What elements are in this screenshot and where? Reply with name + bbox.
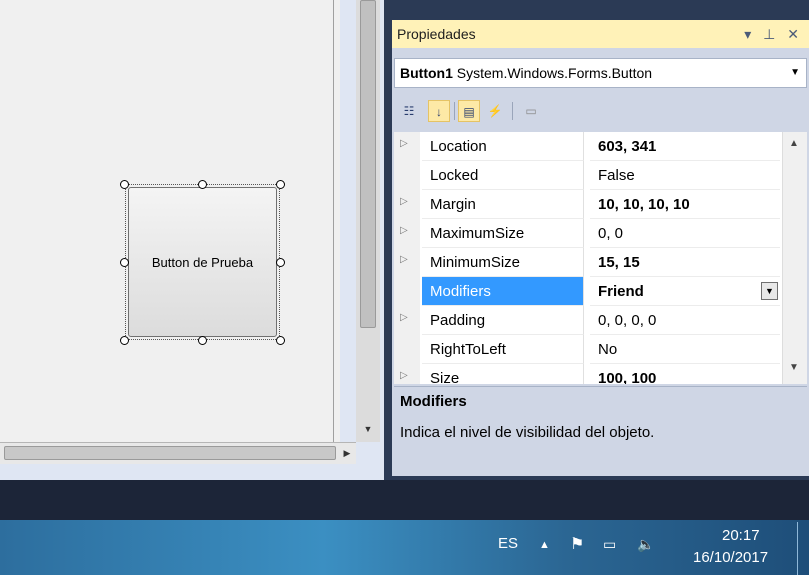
property-value[interactable]: 15, 15 — [590, 248, 780, 277]
property-name: Modifiers — [422, 277, 584, 306]
resize-handle-top-right[interactable] — [276, 180, 285, 189]
property-row[interactable]: ▷ Padding 0, 0, 0, 0 — [394, 306, 780, 335]
resize-handle-left[interactable] — [120, 258, 129, 267]
property-name: Locked — [422, 161, 584, 190]
events-lightning-icon[interactable]: ⚡ — [484, 100, 506, 122]
property-row[interactable]: ▷ Margin 10, 10, 10, 10 — [394, 190, 780, 219]
property-value[interactable]: Friend — [590, 277, 780, 306]
property-row[interactable]: ▷ Size 100, 100 — [394, 364, 780, 384]
property-row-selected[interactable]: Modifiers Friend — [394, 277, 780, 306]
property-value[interactable]: 10, 10, 10, 10 — [590, 190, 780, 219]
description-title: Modifiers — [400, 393, 467, 410]
designer-vertical-scroll-thumb[interactable] — [360, 0, 376, 328]
expand-arrow-icon[interactable]: ▷ — [400, 138, 408, 149]
window-background — [0, 480, 809, 520]
property-value[interactable]: 603, 341 — [590, 132, 780, 161]
resize-handle-right[interactable] — [276, 258, 285, 267]
property-name: MaximumSize — [422, 219, 584, 248]
volume-icon[interactable]: 🔈 — [637, 536, 654, 553]
expand-arrow-icon[interactable]: ▷ — [400, 196, 408, 207]
scroll-up-arrow-icon[interactable]: ▲ — [789, 138, 799, 149]
property-grid-scrollbar[interactable] — [782, 132, 807, 384]
object-selector[interactable]: Button1 System.Windows.Forms.Button ▼ — [394, 58, 807, 88]
alphabetical-sort-icon[interactable]: ↓ — [428, 100, 450, 122]
form-button-control[interactable]: Button de Prueba — [128, 187, 277, 337]
property-row[interactable]: RightToLeft No — [394, 335, 780, 364]
description-text: Indica el nivel de visibilidad del objet… — [400, 424, 655, 441]
property-name: Margin — [422, 190, 584, 219]
property-value[interactable]: 0, 0 — [590, 219, 780, 248]
resize-handle-bottom-left[interactable] — [120, 336, 129, 345]
property-name: RightToLeft — [422, 335, 584, 364]
designer-horizontal-scroll-thumb[interactable] — [4, 446, 336, 460]
property-row[interactable]: Locked False — [394, 161, 780, 190]
expand-arrow-icon[interactable]: ▷ — [400, 370, 408, 381]
resize-handle-top-left[interactable] — [120, 180, 129, 189]
chevron-down-icon[interactable]: ▼ — [790, 59, 800, 87]
property-value[interactable]: False — [590, 161, 780, 190]
object-type: System.Windows.Forms.Button — [456, 65, 653, 81]
modifiers-dropdown-icon[interactable]: ▼ — [761, 282, 778, 300]
toolbar-separator — [454, 102, 455, 120]
show-hidden-icons-icon[interactable]: ▲ — [539, 539, 550, 551]
scroll-right-arrow-icon[interactable]: ▶ — [340, 446, 354, 460]
property-value[interactable]: 100, 100 — [590, 364, 780, 384]
scroll-down-arrow-icon[interactable]: ▼ — [789, 362, 799, 373]
property-value[interactable]: 0, 0, 0, 0 — [590, 306, 780, 335]
property-name: MinimumSize — [422, 248, 584, 277]
language-indicator[interactable]: ES — [498, 535, 518, 552]
properties-view-icon[interactable]: ▤ — [458, 100, 480, 122]
property-name: Location — [422, 132, 584, 161]
scroll-down-arrow-icon[interactable]: ▼ — [360, 422, 376, 436]
window-controls-icon[interactable]: ▾ ⊥ ✕ — [744, 20, 803, 48]
expand-arrow-icon[interactable]: ▷ — [400, 254, 408, 265]
canvas-border — [333, 0, 334, 442]
expand-arrow-icon[interactable]: ▷ — [400, 312, 408, 323]
property-row[interactable]: ▷ MinimumSize 15, 15 — [394, 248, 780, 277]
properties-title: Propiedades — [397, 26, 476, 42]
properties-toolbar — [394, 96, 807, 128]
property-row[interactable]: ▷ Location 603, 341 — [394, 132, 780, 161]
property-pages-icon[interactable]: ▭ — [520, 100, 542, 122]
categorized-icon[interactable]: ☷ — [398, 100, 420, 122]
clock-date[interactable]: 16/10/2017 — [693, 549, 768, 566]
toolbar-separator — [512, 102, 513, 120]
expand-arrow-icon[interactable]: ▷ — [400, 225, 408, 236]
resize-handle-top[interactable] — [198, 180, 207, 189]
action-center-flag-icon[interactable]: ⚑ — [570, 534, 584, 554]
properties-title-bar[interactable]: Propiedades ▾ ⊥ ✕ — [392, 20, 809, 48]
property-name: Padding — [422, 306, 584, 335]
object-name: Button1 — [400, 65, 453, 81]
taskbar — [0, 520, 809, 575]
clock-time[interactable]: 20:17 — [722, 527, 760, 544]
show-desktop-button[interactable] — [797, 522, 809, 575]
network-icon[interactable]: ▭ — [603, 536, 616, 553]
resize-handle-bottom-right[interactable] — [276, 336, 285, 345]
property-name: Size — [422, 364, 584, 384]
property-value[interactable]: No — [590, 335, 780, 364]
property-row[interactable]: ▷ MaximumSize 0, 0 — [394, 219, 780, 248]
resize-handle-bottom[interactable] — [198, 336, 207, 345]
